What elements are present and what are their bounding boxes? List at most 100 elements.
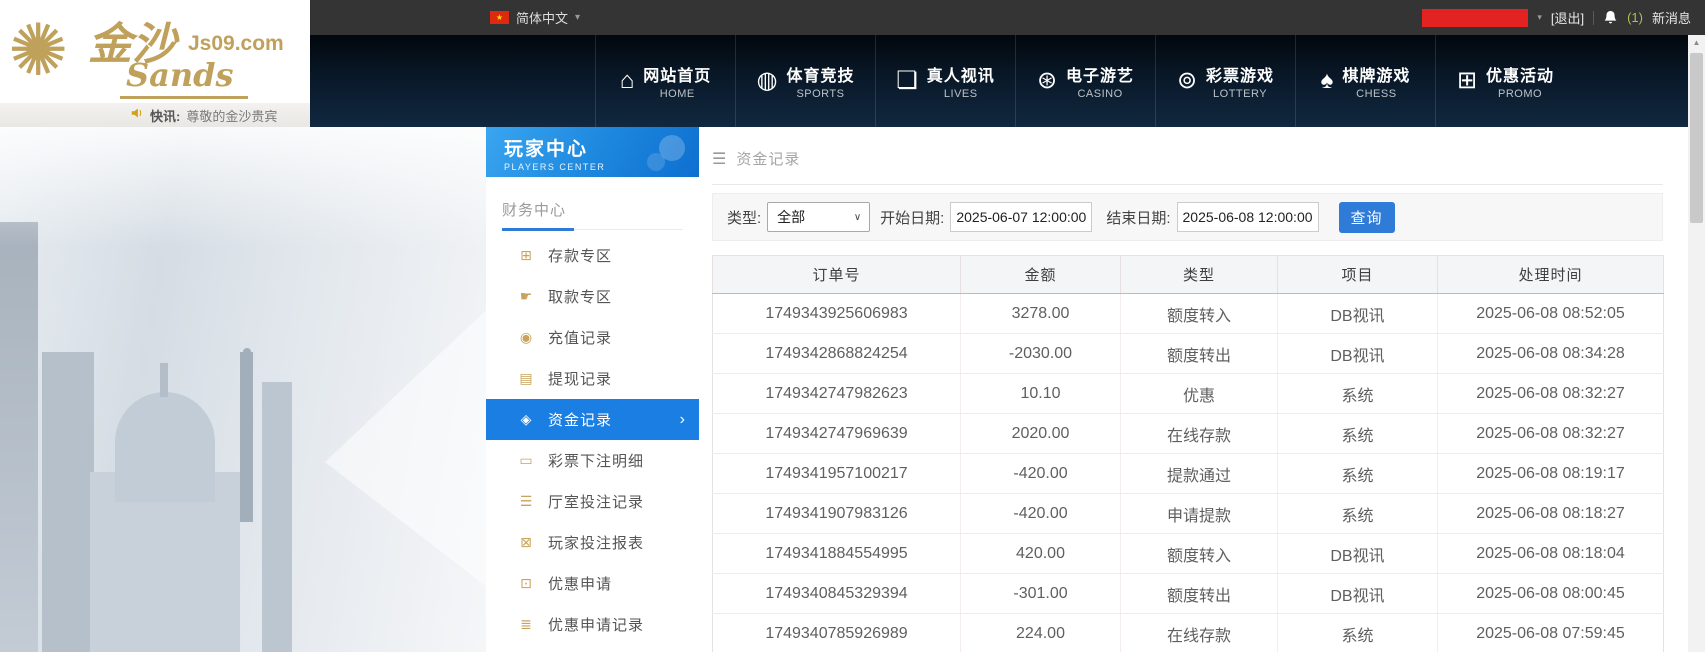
breadcrumb: ☰ 资金记录 — [712, 127, 1663, 185]
lottery-balls-icon: ⊚ — [1177, 69, 1197, 93]
nav-item-labels: 棋牌游戏 CHESS — [1342, 62, 1410, 100]
basketball-icon: ◍ — [757, 69, 778, 93]
nav-item[interactable]: ⌂ 网站首页 HOME — [595, 35, 735, 127]
brand-name-script: Sands — [120, 56, 248, 99]
divider — [1593, 11, 1594, 25]
sidebar-item[interactable]: ☛ 取款专区 — [486, 276, 699, 317]
nav-item[interactable]: ⊞ 优惠活动 PROMO — [1435, 35, 1575, 127]
nav-item-label-en: SPORTS — [796, 88, 844, 100]
top-bar-right: ▾ [退出] (1) 新消息 — [1422, 0, 1691, 35]
cell-amount: 2020.00 — [961, 414, 1121, 454]
cell-amount: -420.00 — [961, 454, 1121, 494]
nav-item-labels: 网站首页 HOME — [643, 62, 711, 100]
gift-icon: ⊞ — [1457, 69, 1477, 93]
filter-bar: 类型: 全部 ∨ 开始日期: 结束日期: 查询 — [712, 193, 1663, 241]
start-date-label: 开始日期: — [880, 207, 944, 228]
nav-item[interactable]: ⊚ 彩票游戏 LOTTERY — [1155, 35, 1295, 127]
nav-items: ⌂ 网站首页 HOME ◍ 体育竞技 SPORTS ❏ 真人视讯 LI — [595, 35, 1575, 127]
cell-order-number: 1749342868824254 — [713, 334, 961, 374]
nav-item[interactable]: ❏ 真人视讯 LIVES — [875, 35, 1015, 127]
cell-process-time: 2025-06-08 08:32:27 — [1438, 374, 1664, 414]
table-header-cell: 处理时间 — [1438, 256, 1664, 294]
sidebar-item[interactable]: ⊠ 玩家投注报表 — [486, 522, 699, 563]
chevron-down-icon: ▾ — [1537, 12, 1542, 23]
page: ★ 简体中文 ▾ ▾ [退出] (1) 新消息 ⌂ 网站首页 HOME — [0, 0, 1705, 652]
nav-item-labels: 真人视讯 LIVES — [927, 62, 995, 100]
nav-item-label-cn: 真人视讯 — [927, 62, 995, 86]
cell-order-number: 1749342747982623 — [713, 374, 961, 414]
table-row: 1749342868824254 -2030.00 额度转出 DB视讯 2025… — [713, 334, 1664, 374]
sidebar-item[interactable]: ≣ 优惠申请记录 — [486, 604, 699, 645]
sidebar-item-label: 存款专区 — [548, 245, 612, 266]
nav-item[interactable]: ⊛ 电子游艺 CASINO — [1015, 35, 1155, 127]
cell-project: DB视讯 — [1278, 534, 1438, 574]
brand-logo[interactable]: ✺ 金沙 Js09.com Sands — [0, 0, 310, 103]
cell-process-time: 2025-06-08 08:32:27 — [1438, 414, 1664, 454]
sidebar-item[interactable]: ⊞ 存款专区 — [486, 235, 699, 276]
cell-type: 申请提款 — [1121, 494, 1278, 534]
cell-type: 优惠 — [1121, 374, 1278, 414]
message-count: (1) — [1627, 10, 1643, 25]
search-button[interactable]: 查询 — [1339, 202, 1395, 233]
brand-domain: Js09.com — [188, 32, 284, 56]
cell-amount: -301.00 — [961, 574, 1121, 614]
speaker-icon — [130, 106, 144, 125]
type-select[interactable]: 全部 ∨ — [767, 202, 870, 232]
cell-order-number: 1749341957100217 — [713, 454, 961, 494]
roulette-icon: ⊛ — [1037, 69, 1057, 93]
sidebar-item-label: 优惠申请记录 — [548, 614, 644, 635]
start-date-input[interactable] — [950, 202, 1092, 232]
scroll-up-arrow-icon[interactable]: ▲ — [1688, 38, 1705, 47]
sidebar-item[interactable]: ▭ 彩票下注明细 — [486, 440, 699, 481]
sidebar-header[interactable]: 玩家中心 PLAYERS CENTER — [486, 127, 699, 177]
scrollbar-thumb[interactable] — [1690, 53, 1703, 223]
nav-item-label-en: PROMO — [1498, 88, 1542, 100]
sidebar-item[interactable]: ◈ 资金记录 › — [486, 399, 699, 440]
table-row: 1749343925606983 3278.00 额度转入 DB视讯 2025-… — [713, 294, 1664, 334]
promo-apply-records-icon: ≣ — [516, 616, 536, 633]
table-header-cell: 项目 — [1278, 256, 1438, 294]
nav-item[interactable]: ◍ 体育竞技 SPORTS — [735, 35, 875, 127]
building-silhouette — [0, 222, 38, 652]
sidebar-item[interactable]: ⊡ 优惠申请 — [486, 563, 699, 604]
cell-project: 系统 — [1278, 414, 1438, 454]
capitol-dome — [115, 392, 215, 502]
nav-item-label-cn: 体育竞技 — [786, 62, 854, 86]
sidebar-item[interactable]: ☰ 厅室投注记录 — [486, 481, 699, 522]
building-silhouette — [262, 382, 292, 652]
vertical-scrollbar[interactable]: ▲ — [1688, 35, 1705, 652]
haze-overlay — [0, 127, 486, 247]
spade-icon: ♠ — [1321, 69, 1334, 93]
end-date-input[interactable] — [1177, 202, 1319, 232]
cell-project: DB视讯 — [1278, 334, 1438, 374]
cell-order-number: 1749343925606983 — [713, 294, 961, 334]
sidebar-item[interactable]: ◉ 充值记录 — [486, 317, 699, 358]
cell-process-time: 2025-06-08 08:18:27 — [1438, 494, 1664, 534]
cell-project: 系统 — [1278, 374, 1438, 414]
sidebar-item-label: 提现记录 — [548, 368, 612, 389]
language-selector[interactable]: ★ 简体中文 ▾ — [490, 0, 580, 35]
bell-icon[interactable] — [1603, 10, 1618, 26]
username-redacted[interactable] — [1422, 9, 1528, 27]
nav-item[interactable]: ♠ 棋牌游戏 CHESS — [1295, 35, 1435, 127]
cell-type: 额度转出 — [1121, 334, 1278, 374]
ticker-text: 尊敬的金沙贵宾 — [186, 106, 277, 125]
new-messages-link[interactable]: 新消息 — [1652, 8, 1691, 27]
players-center-sidebar: 玩家中心 PLAYERS CENTER 财务中心 ⊞ 存款专区 ☛ 取款专区 ◉ — [486, 127, 699, 652]
cell-project: DB视讯 — [1278, 574, 1438, 614]
table-header-cell: 金额 — [961, 256, 1121, 294]
table-row: 1749341907983126 -420.00 申请提款 系统 2025-06… — [713, 494, 1664, 534]
sidebar-item[interactable]: ▤ 提现记录 — [486, 358, 699, 399]
gamepad-decoration — [647, 153, 665, 171]
select-caret-icon: ∨ — [854, 212, 861, 223]
sun-logo-icon: ✺ — [8, 8, 68, 94]
cell-amount: 10.10 — [961, 374, 1121, 414]
cell-process-time: 2025-06-08 08:00:45 — [1438, 574, 1664, 614]
sidebar-item-label: 优惠申请 — [548, 573, 612, 594]
sidebar-item-label: 厅室投注记录 — [548, 491, 644, 512]
news-ticker: 快讯: 尊敬的金沙贵宾 — [0, 103, 310, 127]
cell-type: 额度转入 — [1121, 294, 1278, 334]
hamburger-icon: ☰ — [712, 149, 726, 169]
table-row: 1749341957100217 -420.00 提款通过 系统 2025-06… — [713, 454, 1664, 494]
logout-link[interactable]: [退出] — [1551, 8, 1584, 27]
